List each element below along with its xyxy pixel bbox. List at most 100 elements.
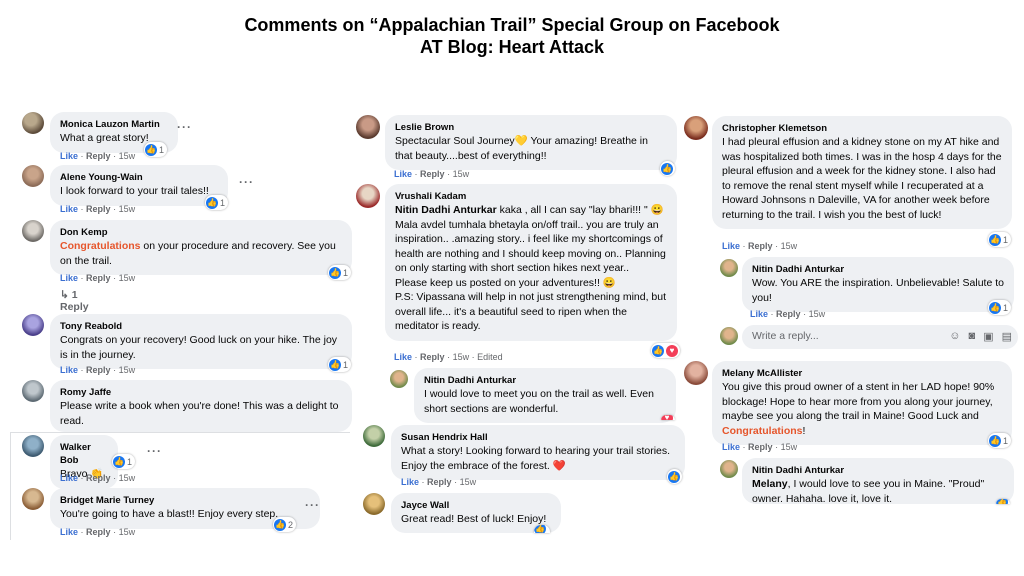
reply-button[interactable]: Reply [748,241,773,251]
avatar[interactable] [22,314,44,336]
reply-button[interactable]: Reply [86,273,111,283]
commenter-name[interactable]: Monica Lauzon Martin [60,118,168,131]
reply-button[interactable]: Reply [86,473,111,483]
commenter-name[interactable]: Christopher Klemetson [722,122,1002,135]
avatar[interactable] [22,165,44,187]
commenter-name[interactable]: Walker Bob [60,441,108,467]
comment-bubble: Nitin Dadhi Anturkar Melany, I would lov… [742,458,1014,504]
avatar[interactable] [684,116,708,140]
reaction-count[interactable]: 👍 ♥ [651,343,680,358]
reaction-count[interactable]: 👍 1 [988,300,1012,315]
like-button[interactable]: Like [60,151,78,161]
reaction-count[interactable]: 👍 [660,161,675,176]
reaction-count[interactable]: 👍 2 [273,517,297,532]
reply-button[interactable]: Reply [427,477,452,487]
commenter-name[interactable]: Nitin Dadhi Anturkar [752,464,1004,477]
like-button[interactable]: Like [60,365,78,375]
reply-button[interactable]: Reply [776,309,801,319]
avatar[interactable] [22,488,44,510]
like-button[interactable]: Like [401,477,419,487]
reply-button[interactable]: Reply [86,151,111,161]
timestamp[interactable]: 15w [809,309,826,319]
avatar[interactable] [390,370,408,388]
view-replies-link[interactable]: ↳ 1 Reply [60,289,89,313]
commenter-name[interactable]: Alene Young-Wain [60,171,218,184]
reply-button[interactable]: Reply [420,169,445,179]
reaction-count[interactable]: 👍 1 [205,195,229,210]
like-button[interactable]: Like [722,241,740,251]
timestamp[interactable]: 15w [119,527,136,537]
timestamp[interactable]: 15w [119,473,136,483]
gif-icon[interactable]: ▣ [983,330,993,343]
comment-text: Please write a book when you're done! Th… [60,400,339,427]
avatar[interactable] [684,361,708,385]
reaction-count[interactable]: 👍 [996,499,1010,504]
like-button[interactable]: Like [60,204,78,214]
commenter-name[interactable]: Bridget Marie Turney [60,494,310,507]
like-button[interactable]: Like [722,442,740,452]
avatar[interactable] [363,493,385,515]
timestamp[interactable]: 15w [781,442,798,452]
commenter-name[interactable]: Tony Reabold [60,320,342,333]
like-button[interactable]: Like [60,527,78,537]
like-button[interactable]: Like [750,309,768,319]
commenter-name[interactable]: Vrushali Kadam [395,190,671,203]
mention-tag[interactable]: Nitin Dadhi Anturkar [395,204,497,216]
timestamp[interactable]: 15w [119,365,136,375]
avatar[interactable] [363,425,385,447]
reply-button[interactable]: Reply [86,527,111,537]
write-reply-input[interactable]: Write a reply... ☺ ◙ ▣ ▤ [742,325,1018,349]
commenter-name[interactable]: Melany McAllister [722,367,1002,380]
comment-actions: Like · Reply · 15w [394,169,470,179]
like-button[interactable]: Like [60,473,78,483]
timestamp[interactable]: 15w [460,477,477,487]
reaction-count[interactable]: 👍 1 [328,265,352,280]
avatar[interactable] [22,380,44,402]
reply-button[interactable]: Reply [86,365,111,375]
reaction-count[interactable]: 👍 [534,525,550,533]
like-button[interactable]: Like [394,169,412,179]
timestamp[interactable]: 15w [119,204,136,214]
avatar[interactable] [22,112,44,134]
avatar[interactable] [720,327,738,345]
more-options-icon[interactable]: ··· [177,120,192,134]
more-options-icon[interactable]: ··· [147,444,162,458]
mention-highlight: Congratulations [722,424,803,437]
more-options-icon[interactable]: ··· [305,498,320,512]
like-button[interactable]: Like [394,352,412,362]
more-options-icon[interactable]: ··· [239,175,254,189]
commenter-name[interactable]: Romy Jaffe [60,386,342,399]
camera-icon[interactable]: ◙ [969,330,976,343]
reaction-count[interactable]: ♥ [661,415,675,420]
reaction-count[interactable]: 👍 [667,469,682,484]
timestamp[interactable]: 15w [119,151,136,161]
reply-button[interactable]: Reply [86,204,111,214]
reaction-count[interactable]: 👍 1 [988,232,1012,247]
avatar[interactable] [356,115,380,139]
mention-tag[interactable]: Melany [752,478,788,490]
commenter-name[interactable]: Don Kemp [60,226,342,239]
emoji-icon[interactable]: ☺ [949,330,960,343]
commenter-name[interactable]: Leslie Brown [395,121,667,134]
timestamp[interactable]: 15w [453,169,470,179]
commenter-name[interactable]: Nitin Dadhi Anturkar [752,263,1004,276]
timestamp[interactable]: 15w [119,273,136,283]
avatar[interactable] [356,184,380,208]
like-button[interactable]: Like [60,273,78,283]
avatar[interactable] [720,460,738,478]
avatar[interactable] [22,220,44,242]
reaction-count[interactable]: 👍 1 [328,357,352,372]
reply-button[interactable]: Reply [748,442,773,452]
timestamp[interactable]: 15w [453,352,470,362]
sticker-icon[interactable]: ▤ [1002,330,1012,343]
timestamp[interactable]: 15w [781,241,798,251]
commenter-name[interactable]: Nitin Dadhi Anturkar [424,374,666,387]
avatar[interactable] [22,435,44,457]
reply-button[interactable]: Reply [420,352,445,362]
reaction-count[interactable]: 👍 1 [144,142,168,157]
reaction-count[interactable]: 👍 1 [988,433,1012,448]
commenter-name[interactable]: Jayce Wall [401,499,551,512]
reaction-count[interactable]: 👍 1 [112,454,136,469]
avatar[interactable] [720,259,738,277]
commenter-name[interactable]: Susan Hendrix Hall [401,431,675,444]
